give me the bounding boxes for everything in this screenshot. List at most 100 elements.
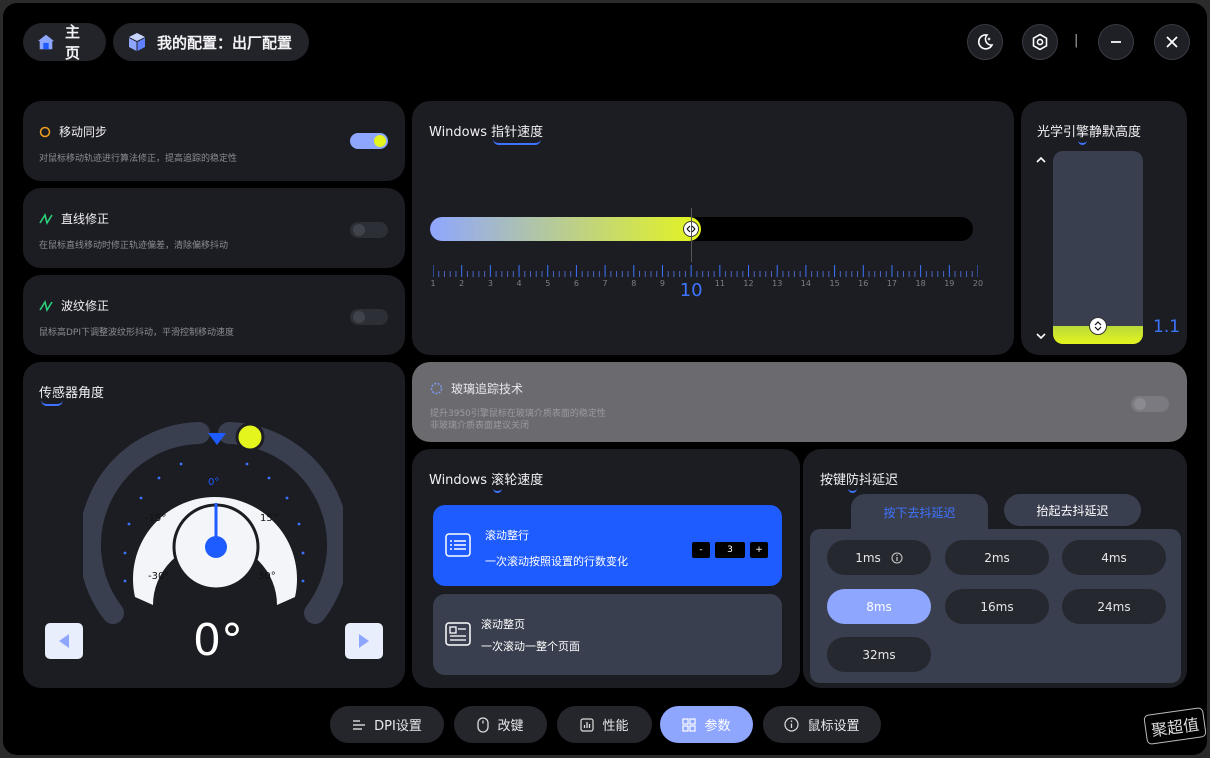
- scroll-lines-value[interactable]: 3: [715, 542, 745, 558]
- info-icon: [784, 717, 800, 732]
- info-icon: [891, 552, 903, 563]
- scroll-speed-title: Windows 滚轮速度: [429, 473, 544, 488]
- sensor-angle-value: 0°: [193, 615, 243, 666]
- pointer-speed-tick-label: 11: [714, 279, 725, 288]
- debounce-tab-press[interactable]: 按下去抖延迟: [851, 494, 988, 531]
- nav-parameters[interactable]: 参数: [660, 706, 753, 743]
- pointer-speed-tick-label: 13: [772, 279, 783, 288]
- glass-tracking-title: 玻璃追踪技术: [430, 380, 523, 397]
- vertical-arrows-icon: [1094, 321, 1102, 331]
- close-icon: [1166, 36, 1178, 48]
- pointer-speed-ticks: [433, 265, 978, 277]
- glass-tracking-label: 玻璃追踪技术: [451, 382, 524, 396]
- debounce-option-2ms[interactable]: 2ms: [945, 540, 1049, 575]
- debounce-tab-release[interactable]: 抬起去抖延迟: [1004, 494, 1141, 526]
- scroll-lines-minus[interactable]: -: [692, 542, 710, 558]
- pointer-speed-marker: [691, 208, 693, 262]
- lod-thumb[interactable]: [1089, 317, 1107, 335]
- angle-snap-label: 直线修正: [61, 212, 110, 226]
- nav-key-remap[interactable]: 改键: [454, 706, 547, 743]
- scroll-page-desc: 一次滚动一整个页面: [481, 640, 580, 653]
- settings-button[interactable]: [1022, 24, 1058, 60]
- theme-toggle-button[interactable]: [967, 24, 1003, 60]
- pointer-speed-tick-label: 14: [800, 279, 811, 288]
- lod-title: 光学引擎静默高度: [1037, 125, 1142, 140]
- lod-up-button[interactable]: [1034, 155, 1048, 165]
- glass-tracking-card: 玻璃追踪技术 提升3950引擎鼠标在玻璃介质表面的稳定性 非玻璃介质表面建议关闭: [412, 362, 1187, 442]
- watermark: 聚超值: [1143, 706, 1207, 746]
- angle-label-minus15: -15°: [145, 513, 167, 524]
- triangle-left-icon: [59, 634, 69, 648]
- debounce-option-4ms[interactable]: 4ms: [1062, 540, 1166, 575]
- pointer-speed-tick-label: 5: [545, 279, 551, 288]
- angle-snap-desc: 在鼠标直线移动时修正轨迹偏差，清除偏移抖动: [39, 241, 229, 251]
- sliders-icon: [353, 719, 366, 730]
- angle-label-30: 30°: [258, 571, 276, 582]
- header-separator: |: [1074, 33, 1079, 48]
- angle-label-minus30: -30°: [148, 571, 170, 582]
- page-icon: [445, 622, 471, 646]
- grid-icon: [682, 717, 697, 732]
- debounce-option-24ms[interactable]: 24ms: [1062, 589, 1166, 624]
- minimize-button[interactable]: [1098, 24, 1134, 60]
- home-button[interactable]: 主页: [23, 23, 106, 62]
- angle-label-15: 15°: [260, 513, 278, 524]
- angle-snap-toggle[interactable]: [350, 222, 388, 238]
- ripple-control-card: 波纹修正 鼠标高DPI下调整波纹形抖动，平滑控制移动速度: [23, 275, 405, 355]
- pointer-speed-tick-label: 20: [972, 279, 984, 288]
- debounce-option-32ms[interactable]: 32ms: [827, 637, 931, 672]
- debounce-option-16ms[interactable]: 16ms: [945, 589, 1049, 624]
- motion-sync-title: 移动同步: [39, 123, 107, 140]
- scroll-lines-plus[interactable]: +: [750, 542, 768, 558]
- glass-tracking-desc2: 非玻璃介质表面建议关闭: [430, 421, 530, 431]
- app-window: 主页 我的配置：出厂配置 | 移动同步 对鼠标移动轨迹进行算法修正，提高追踪的稳…: [3, 3, 1207, 755]
- pointer-speed-tick-label: 2: [459, 279, 465, 288]
- glass-tracking-toggle[interactable]: [1131, 396, 1169, 412]
- pointer-speed-tick-label: 4: [516, 279, 522, 288]
- lod-down-button[interactable]: [1034, 331, 1048, 341]
- scroll-page-title: 滚动整页: [481, 618, 525, 631]
- close-button[interactable]: [1154, 24, 1190, 60]
- scroll-line-desc: 一次滚动按照设置的行数变化: [485, 555, 628, 568]
- zigzag-icon: [39, 212, 53, 225]
- scroll-line-title: 滚动整行: [485, 529, 529, 542]
- ripple-control-desc: 鼠标高DPI下调整波纹形抖动，平滑控制移动速度: [39, 328, 235, 338]
- home-label: 主页: [65, 23, 81, 62]
- minus-icon: [1111, 41, 1121, 43]
- scroll-page-option[interactable]: 滚动整页 一次滚动一整个页面: [433, 594, 782, 675]
- ripple-control-title: 波纹修正: [39, 297, 109, 314]
- lod-track[interactable]: [1053, 151, 1143, 344]
- debounce-option-8ms[interactable]: 8ms: [827, 589, 931, 624]
- nav-mouse-settings[interactable]: 鼠标设置: [763, 706, 881, 743]
- motion-sync-label: 移动同步: [59, 125, 108, 139]
- nav-dpi-settings[interactable]: DPI设置: [330, 706, 444, 743]
- sensor-angle-title: 传感器角度: [39, 386, 105, 401]
- angle-label-0: 0°: [208, 477, 220, 488]
- cube-icon: [129, 33, 145, 51]
- debounce-option-1ms[interactable]: 1ms: [827, 540, 931, 575]
- pointer-speed-tick-label: 16: [858, 279, 869, 288]
- nav-performance[interactable]: 性能: [557, 706, 652, 743]
- pointer-speed-tick-label: 18: [915, 279, 926, 288]
- angle-snap-title: 直线修正: [39, 210, 109, 227]
- pointer-speed-track[interactable]: [430, 217, 973, 241]
- ripple-control-toggle[interactable]: [350, 309, 388, 325]
- hexagon-settings-icon: [1032, 33, 1048, 51]
- pointer-speed-tick-label: 12: [743, 279, 754, 288]
- angle-decrease-button[interactable]: [45, 623, 83, 659]
- angle-increase-button[interactable]: [345, 623, 383, 659]
- pointer-speed-fill: [430, 217, 702, 241]
- motion-sync-toggle[interactable]: [350, 133, 388, 149]
- pointer-speed-value: 10: [679, 280, 703, 301]
- bar-chart-icon: [580, 717, 595, 732]
- pointer-speed-tick-label: 6: [573, 279, 579, 288]
- dashed-ring-icon: [430, 382, 443, 395]
- pointer-speed-tick-label: 3: [487, 279, 493, 288]
- config-label: 我的配置：出厂配置: [157, 33, 293, 52]
- lod-value: 1.1: [1153, 317, 1181, 337]
- angle-snap-card: 直线修正 在鼠标直线移动时修正轨迹偏差，清除偏移抖动: [23, 188, 405, 268]
- pointer-speed-tick-label: 8: [631, 279, 637, 288]
- sensor-angle-dial[interactable]: [83, 413, 343, 633]
- pointer-speed-tick-label: 1: [430, 279, 436, 288]
- config-selector[interactable]: 我的配置：出厂配置: [113, 23, 309, 61]
